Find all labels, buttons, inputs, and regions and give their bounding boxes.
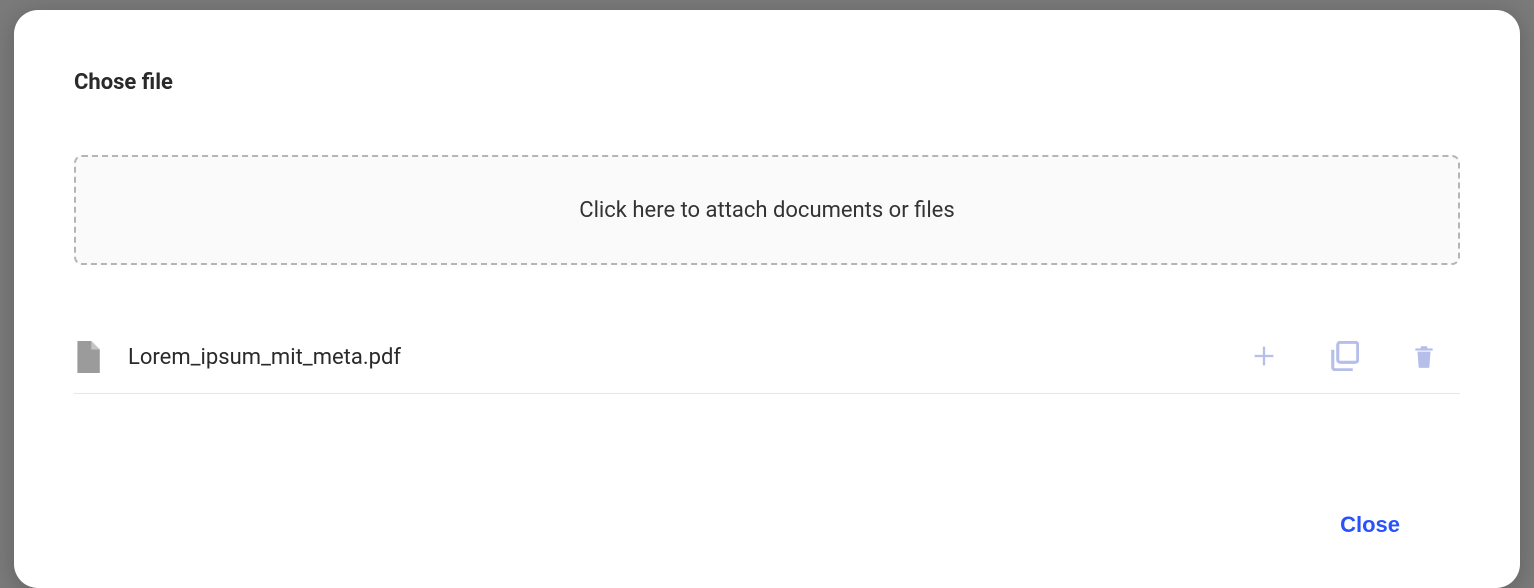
delete-button[interactable] [1408,341,1440,373]
modal-title: Chose file [74,70,1460,95]
document-icon [74,341,100,373]
add-button[interactable] [1248,341,1280,373]
file-name: Lorem_ipsum_mit_meta.pdf [128,345,1248,370]
trash-icon [1411,342,1437,373]
copy-button[interactable] [1328,341,1360,373]
modal-footer: Close [74,462,1460,548]
copy-icon [1329,341,1359,374]
file-actions [1248,341,1440,373]
file-dropzone[interactable]: Click here to attach documents or files [74,155,1460,265]
file-chooser-modal: Chose file Click here to attach document… [14,10,1520,588]
dropzone-text: Click here to attach documents or files [579,198,954,223]
file-row: Lorem_ipsum_mit_meta.pdf [74,325,1460,394]
plus-icon [1250,342,1278,373]
close-button[interactable]: Close [1320,502,1420,548]
